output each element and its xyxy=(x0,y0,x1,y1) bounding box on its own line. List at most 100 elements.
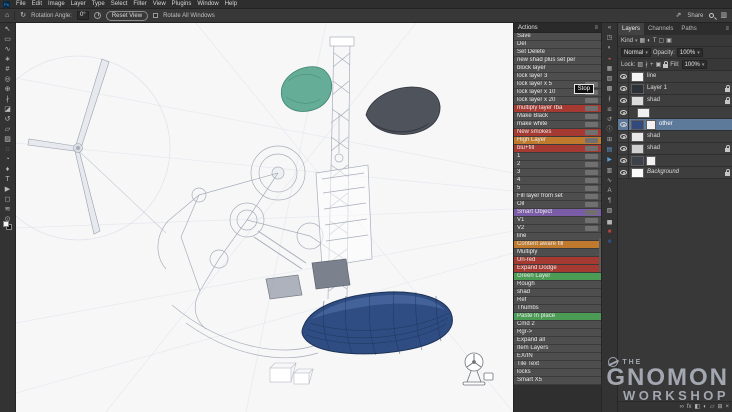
timeline-icon[interactable]: ▶ xyxy=(607,157,612,164)
lock-position-icon[interactable]: + xyxy=(650,62,654,68)
lock-pixels-icon[interactable]: ∤ xyxy=(645,61,648,68)
action-button[interactable]: blu+fill xyxy=(514,145,601,153)
action-shortcut-chip[interactable] xyxy=(585,170,598,175)
pen-tool[interactable]: ♦ xyxy=(6,166,10,174)
layer-row[interactable]: shad xyxy=(618,142,732,155)
action-button[interactable]: Make Black xyxy=(514,113,601,121)
action-button[interactable]: Paste In place xyxy=(514,313,601,321)
action-shortcut-chip[interactable] xyxy=(585,130,598,135)
action-button[interactable]: shad xyxy=(514,289,601,297)
character-icon[interactable]: A xyxy=(607,188,611,195)
lasso-tool[interactable]: ∿ xyxy=(5,46,11,54)
menu-type[interactable]: Type xyxy=(89,0,108,8)
action-shortcut-chip[interactable] xyxy=(585,194,598,199)
gradient-tool[interactable]: ▨ xyxy=(4,136,11,144)
crop-tool[interactable]: # xyxy=(6,66,10,74)
layer-row[interactable] xyxy=(618,154,732,167)
action-button[interactable]: new shad plus set per xyxy=(514,57,601,65)
home-icon[interactable]: ⌂ xyxy=(5,10,9,22)
tab-layers[interactable]: Layers xyxy=(618,23,645,35)
menu-view[interactable]: View xyxy=(150,0,169,8)
action-button[interactable]: line xyxy=(514,233,601,241)
clone-stamp-tool[interactable]: ◪ xyxy=(4,106,11,114)
history-icon[interactable]: ↺ xyxy=(607,117,612,124)
action-shortcut-chip[interactable] xyxy=(585,178,598,183)
link-layers-icon[interactable]: ∞ xyxy=(680,402,684,412)
action-button[interactable]: Thumbs xyxy=(514,305,601,313)
action-button[interactable]: Expand all xyxy=(514,337,601,345)
action-button[interactable]: Tile Text xyxy=(514,361,601,369)
menu-layer[interactable]: Layer xyxy=(68,0,89,8)
share-icon[interactable]: ⇗ xyxy=(675,10,681,22)
action-button[interactable]: Content aware fill xyxy=(514,241,601,249)
action-shortcut-chip[interactable] xyxy=(585,146,598,151)
action-shortcut-chip[interactable] xyxy=(585,226,598,231)
eyedropper-tool[interactable]: ◎ xyxy=(4,76,10,84)
reset-view-button[interactable]: Reset View xyxy=(105,10,149,21)
action-shortcut-chip[interactable] xyxy=(585,186,598,191)
layer-row[interactable]: Background xyxy=(618,166,732,179)
menu-filter[interactable]: Filter xyxy=(130,0,149,8)
filter-type-icon[interactable]: T xyxy=(653,38,657,44)
layer-thumbnail[interactable] xyxy=(631,95,644,106)
layer-row[interactable]: Layer 1 xyxy=(618,82,732,95)
layer-comps-icon[interactable]: ▧ xyxy=(607,208,613,215)
action-button[interactable]: V2 xyxy=(514,225,601,233)
layer-thumbnail[interactable] xyxy=(631,167,644,178)
action-button[interactable]: 2 xyxy=(514,161,601,169)
layer-mask-thumbnail[interactable] xyxy=(646,119,656,130)
menu-image[interactable]: Image xyxy=(45,0,68,8)
layer-thumbnail[interactable] xyxy=(631,131,644,142)
properties-icon[interactable]: ◳ xyxy=(607,35,613,42)
layer-row[interactable] xyxy=(618,106,732,119)
filter-shape-icon[interactable]: ▢ xyxy=(659,37,665,44)
kind-dropdown[interactable]: Kind xyxy=(621,38,633,44)
visibility-cell[interactable] xyxy=(618,106,629,119)
visibility-cell[interactable] xyxy=(618,118,629,131)
fill-input[interactable]: 100% ▾ xyxy=(681,60,708,69)
histogram-icon[interactable]: ▅ xyxy=(607,219,612,226)
action-button[interactable]: make white xyxy=(514,121,601,129)
layer-mask-thumbnail[interactable] xyxy=(646,155,656,166)
action-button[interactable]: 4 xyxy=(514,177,601,185)
background-color-swatch[interactable]: ■ xyxy=(608,239,612,246)
brushes-icon[interactable]: ∤ xyxy=(608,96,611,103)
action-button[interactable]: Oil xyxy=(514,201,601,209)
channels-icon[interactable]: ▥ xyxy=(607,168,613,175)
action-shortcut-chip[interactable] xyxy=(585,122,598,127)
layer-thumbnail[interactable] xyxy=(631,155,644,166)
layer-row[interactable]: line xyxy=(618,70,732,83)
action-button[interactable]: lock layer 3 xyxy=(514,73,601,81)
visibility-cell[interactable] xyxy=(618,70,629,83)
libraries-icon[interactable]: ▤ xyxy=(607,147,613,154)
lock-all-icon[interactable] xyxy=(663,60,669,68)
action-button[interactable]: Multiply xyxy=(514,249,601,257)
foreground-color-swatch[interactable] xyxy=(3,221,9,227)
marquee-tool[interactable]: ▭ xyxy=(4,36,11,44)
search-icon[interactable] xyxy=(709,13,715,18)
move-tool[interactable]: ↖ xyxy=(5,26,11,34)
action-button[interactable]: Save xyxy=(514,33,601,41)
rotate-view-tool-icon[interactable]: ↻ xyxy=(20,10,26,22)
action-button[interactable]: Green Layer xyxy=(514,273,601,281)
blur-tool[interactable]: ◌ xyxy=(5,146,9,154)
rotation-angle-input[interactable]: 0° xyxy=(76,11,89,20)
angle-dial-icon[interactable] xyxy=(93,12,101,19)
eraser-tool[interactable]: ▱ xyxy=(5,126,10,134)
menu-window[interactable]: Window xyxy=(194,0,221,8)
adjustments-icon[interactable]: ◐ xyxy=(608,45,612,52)
new-layer-icon[interactable]: ⊞ xyxy=(717,402,722,412)
action-shortcut-chip[interactable] xyxy=(585,106,598,111)
navigator-icon[interactable]: ⊞ xyxy=(607,137,612,144)
filter-pixel-icon[interactable]: ▦ xyxy=(640,37,646,44)
action-button[interactable]: Item Layers xyxy=(514,345,601,353)
tab-channels[interactable]: Channels xyxy=(644,23,677,35)
visibility-cell[interactable] xyxy=(618,166,629,179)
action-shortcut-chip[interactable] xyxy=(585,210,598,215)
action-button[interactable]: Ref xyxy=(514,297,601,305)
action-button[interactable]: EX/IN xyxy=(514,353,601,361)
color-swatches[interactable] xyxy=(3,221,12,230)
action-button[interactable]: Rough xyxy=(514,281,601,289)
action-button[interactable]: 3 xyxy=(514,169,601,177)
visibility-cell[interactable] xyxy=(618,142,629,155)
